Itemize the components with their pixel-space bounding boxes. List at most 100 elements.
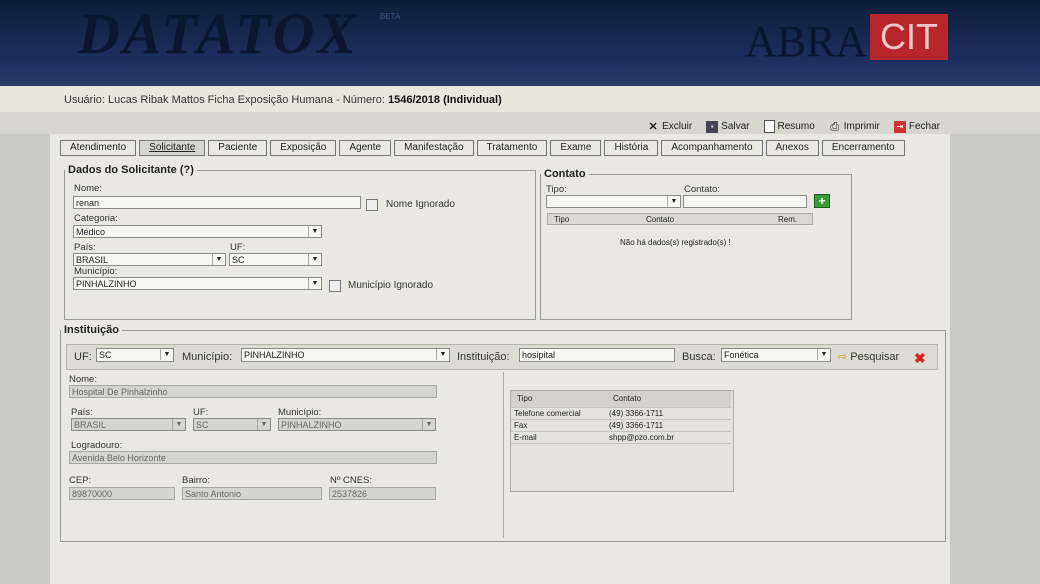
cell-tipo: Fax: [514, 421, 528, 430]
add-contact-button[interactable]: +: [814, 194, 830, 208]
table-row: Telefone comercial (49) 3366-1711: [511, 408, 731, 420]
resumo-button[interactable]: Resumo: [763, 120, 815, 133]
cell-contato: (49) 3366-1711: [609, 421, 664, 430]
cell-tipo: E-mail: [514, 433, 537, 442]
inst-municipio-value: PINHALZINHO: [244, 350, 305, 360]
tab-acompanhamento[interactable]: Acompanhamento: [661, 140, 763, 156]
municipio-select[interactable]: PINHALZINHO ▼: [73, 277, 322, 290]
pais-value: BRASIL: [76, 255, 109, 265]
tab-atendimento[interactable]: Atendimento: [60, 140, 137, 156]
municipio-label: Município:: [74, 266, 118, 277]
inst-mun2-label: Município:: [278, 407, 322, 418]
toolbar: ✕ Excluir ▪ Salvar Resumo ⎙ Imprimir ⇥ Fecha…: [647, 120, 940, 133]
instituicao-legend: Instituição: [64, 324, 120, 336]
solicitante-legend: Dados do Solicitante (?): [65, 164, 197, 176]
chevron-down-icon: ▼: [160, 349, 173, 360]
uf-value: SC: [232, 255, 245, 265]
logradouro-label: Logradouro:: [71, 440, 123, 451]
tab-tratamento[interactable]: Tratamento: [476, 140, 548, 156]
fechar-button[interactable]: ⇥ Fechar: [893, 120, 940, 133]
categoria-value: Médico: [76, 227, 106, 237]
cep-label: CEP:: [69, 475, 92, 486]
chevron-down-icon: ▼: [667, 196, 680, 207]
inst-pais-value: BRASIL: [74, 420, 107, 430]
pais-label: País:: [74, 242, 96, 253]
chevron-down-icon: ▼: [257, 419, 270, 430]
datatox-logo: DATATOX: [78, 1, 360, 66]
inst-uf-label: UF:: [74, 351, 92, 363]
salvar-button[interactable]: ▪ Salvar: [706, 120, 750, 133]
inst-instituicao-label: Instituição:: [457, 351, 510, 363]
clear-search-x-icon[interactable]: ✖: [914, 350, 926, 367]
nome-ignorado-checkbox[interactable]: [366, 199, 378, 211]
record-number: 1546/2018 (Individual): [388, 94, 502, 106]
tab-exposicao[interactable]: Exposição: [270, 140, 337, 156]
user-record-prefix: Usuário: Lucas Ribak Mattos Ficha Exposi…: [64, 94, 385, 106]
inst-nome-label: Nome:: [69, 374, 97, 385]
col-contato: Contato: [646, 215, 675, 224]
header-banner: DATATOX BETA ABRA CIT: [0, 0, 1040, 86]
inst-mun2-value: PINHALZINHO: [281, 420, 342, 430]
tab-solicitante[interactable]: Solicitante: [139, 140, 206, 156]
categoria-select[interactable]: Médico ▼: [73, 225, 322, 238]
tab-paciente[interactable]: Paciente: [208, 140, 268, 156]
imprimir-label: Imprimir: [843, 121, 880, 132]
logradouro-field: Avenida Belo Horizonte: [69, 451, 437, 464]
tab-manifestacao[interactable]: Manifestação: [394, 140, 474, 156]
inst-uf2-value: SC: [196, 420, 209, 430]
table-header-row: Tipo Contato: [511, 391, 731, 408]
municipio-ignorado-checkbox[interactable]: [329, 280, 341, 292]
imprimir-button[interactable]: ⎙ Imprimir: [829, 120, 880, 133]
tab-agente[interactable]: Agente: [339, 140, 392, 156]
pesquisar-button[interactable]: ⇨ Pesquisar: [838, 350, 899, 363]
contato-tipo-select[interactable]: ▼: [546, 195, 681, 208]
arrow-right-icon: ⇨: [838, 351, 848, 363]
help-link[interactable]: (?): [180, 164, 194, 176]
inst-municipio-select[interactable]: PINHALZINHO ▼: [241, 348, 450, 362]
instituicao-search-input[interactable]: hosipital: [519, 348, 675, 362]
cnes-field: 2537826: [329, 487, 436, 500]
cep-field: 89870000: [69, 487, 175, 500]
uf-label: UF:: [230, 242, 246, 253]
save-disk-icon: ▪: [706, 120, 719, 133]
chevron-down-icon: ▼: [308, 278, 321, 289]
uf-select[interactable]: SC ▼: [229, 253, 322, 266]
col-rem: Rem.: [778, 215, 798, 224]
chevron-down-icon: ▼: [817, 349, 830, 360]
busca-label: Busca:: [682, 351, 716, 363]
cell-contato: shpp@pzo.com.br: [609, 433, 675, 442]
solicitante-legend-text: Dados do Solicitante: [68, 164, 177, 176]
nome-input[interactable]: renan: [73, 196, 361, 209]
table-row: Fax (49) 3366-1711: [511, 420, 731, 432]
nome-label: Nome:: [74, 183, 102, 194]
tab-exame[interactable]: Exame: [550, 140, 602, 156]
inst-uf-select[interactable]: SC ▼: [96, 348, 174, 362]
chevron-down-icon: ▼: [308, 254, 321, 265]
busca-select[interactable]: Fonética ▼: [721, 348, 831, 362]
delete-x-icon: ✕: [648, 120, 658, 133]
inst-pais-select: BRASIL ▼: [71, 418, 186, 431]
inst-municipio-label: Município:: [182, 351, 233, 363]
contato-tipo-label: Tipo:: [546, 184, 567, 195]
user-record-line: Usuário: Lucas Ribak Mattos Ficha Exposi…: [64, 94, 502, 106]
th-contato: Contato: [613, 394, 642, 403]
tab-bar: Atendimento Solicitante Paciente Exposiç…: [60, 140, 905, 156]
document-icon: [763, 120, 775, 133]
fechar-label: Fechar: [908, 121, 940, 132]
resumo-label: Resumo: [777, 121, 815, 132]
vertical-divider: [503, 372, 504, 538]
tab-encerramento[interactable]: Encerramento: [821, 140, 905, 156]
tab-historia[interactable]: História: [604, 140, 659, 156]
col-tipo: Tipo: [554, 215, 570, 224]
municipio-ignorado-label: Município Ignorado: [348, 280, 434, 291]
excluir-label: Excluir: [662, 121, 693, 132]
chevron-down-icon: ▼: [212, 254, 225, 265]
beta-badge: BETA: [380, 12, 401, 21]
tab-anexos[interactable]: Anexos: [765, 140, 819, 156]
contato-contato-input[interactable]: [683, 195, 807, 208]
chevron-down-icon: ▼: [436, 349, 449, 360]
abracit-logo-text: ABRA: [745, 17, 868, 66]
excluir-button[interactable]: ✕ Excluir: [647, 120, 693, 133]
inst-uf-value: SC: [99, 350, 112, 360]
pais-select[interactable]: BRASIL ▼: [73, 253, 226, 266]
